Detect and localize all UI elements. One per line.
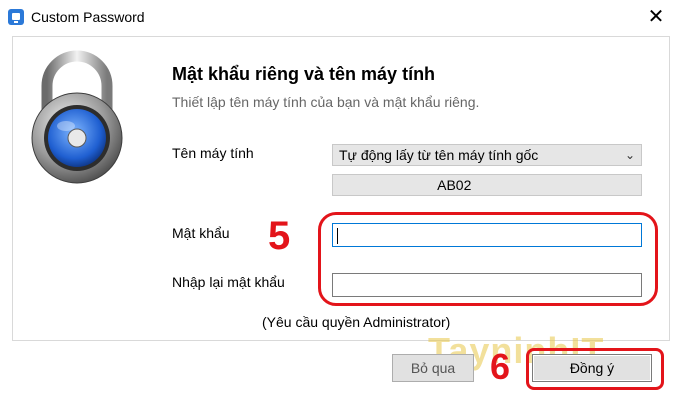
page-subtitle: Thiết lập tên máy tính của bạn và mật kh… <box>172 94 480 110</box>
window-title: Custom Password <box>31 9 145 25</box>
step-6-marker: 6 <box>490 346 511 387</box>
ok-highlight-box <box>526 348 664 390</box>
computer-name-value: AB02 <box>437 177 472 193</box>
password-label: Mật khẩu <box>172 225 230 241</box>
password-highlight-box <box>318 212 658 306</box>
padlock-icon <box>31 50 123 184</box>
redaction-mask <box>339 181 434 192</box>
computer-name-field: AB02 <box>332 174 642 196</box>
page-title: Mật khẩu riêng và tên máy tính <box>172 64 436 84</box>
chevron-down-icon: ⌄ <box>624 148 635 162</box>
skip-button[interactable]: Bỏ qua <box>392 354 474 382</box>
confirm-password-label: Nhập lại mật khẩu <box>172 274 285 290</box>
title-bar: Custom Password ✕ <box>0 0 678 34</box>
app-window-icon <box>8 9 24 25</box>
step-5-marker: 5 <box>268 214 291 258</box>
admin-note: (Yêu cầu quyền Administrator) <box>262 314 451 330</box>
computer-name-select[interactable]: Tự động lấy từ tên máy tính gốc ⌄ <box>332 144 642 166</box>
computer-name-label: Tên máy tính <box>172 145 254 161</box>
close-icon[interactable]: ✕ <box>640 4 672 30</box>
computer-name-select-value: Tự động lấy từ tên máy tính gốc <box>339 147 539 163</box>
